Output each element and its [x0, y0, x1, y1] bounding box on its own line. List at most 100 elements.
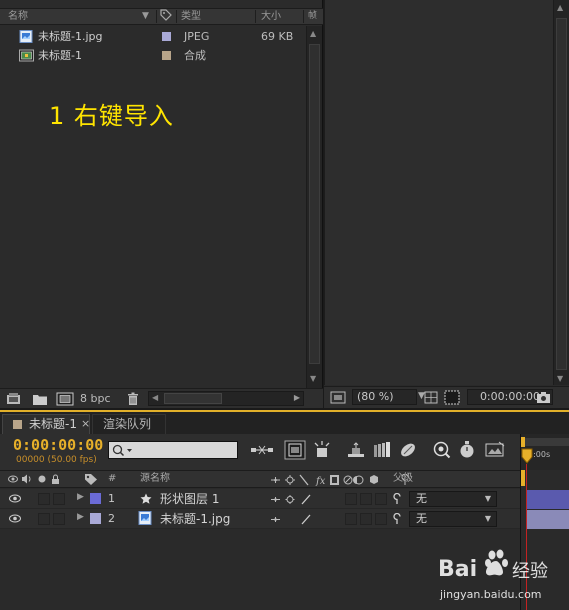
new-composition-icon[interactable]: [56, 392, 74, 406]
project-item-comp[interactable]: 未标题-1 合成: [0, 46, 306, 65]
project-vertical-scrollbar[interactable]: ▲ ▼: [306, 26, 322, 388]
project-item-jpg[interactable]: 未标题-1.jpg JPEG 69 KB: [0, 27, 306, 46]
work-area-start-handle[interactable]: [521, 437, 525, 447]
layer-number: 1: [108, 492, 115, 505]
frame-blending-icon[interactable]: [346, 440, 366, 460]
tab-label: 未标题-1: [29, 417, 77, 431]
switch-box[interactable]: [375, 493, 387, 505]
motion-blur-icon[interactable]: [372, 440, 392, 460]
time-ruler[interactable]: 0:00s: [521, 434, 569, 470]
comp-mini-flowchart-icon[interactable]: [250, 440, 274, 460]
column-number-header[interactable]: #: [108, 471, 116, 487]
scroll-down-icon[interactable]: ▼: [557, 374, 563, 383]
column-extra-header[interactable]: 帧速: [308, 9, 322, 24]
baidu-watermark: Bai 经验 jingyan.baidu.com: [438, 546, 563, 606]
current-time-display[interactable]: 0:00:00:00: [13, 436, 103, 454]
visibility-eye-icon[interactable]: [9, 494, 21, 503]
solo-toggle[interactable]: [38, 493, 50, 505]
switch-box[interactable]: [345, 513, 357, 525]
safe-margins-icon[interactable]: [424, 391, 438, 404]
trash-icon[interactable]: [126, 392, 140, 406]
scrollbar-thumb[interactable]: [556, 18, 567, 370]
column-source-name-header[interactable]: 源名称: [140, 471, 170, 487]
current-time-indicator-icon[interactable]: [521, 448, 533, 464]
work-area-bar[interactable]: [521, 438, 569, 446]
label-color-swatch[interactable]: [162, 51, 171, 60]
layer-duration-bar[interactable]: [527, 510, 569, 529]
scrollbar-thumb[interactable]: [164, 393, 222, 404]
parent-dropdown[interactable]: 无 ▼: [409, 511, 497, 527]
shy-layers-icon[interactable]: [312, 440, 332, 460]
lock-toggle[interactable]: [53, 493, 65, 505]
project-horizontal-scrollbar[interactable]: ◀ ▶: [148, 391, 304, 406]
project-item-type: JPEG: [184, 30, 210, 43]
project-item-name: 未标题-1.jpg: [38, 30, 103, 43]
switch-box[interactable]: [375, 513, 387, 525]
layer-switch-values[interactable]: [270, 494, 316, 505]
svg-text:fx: fx: [315, 476, 326, 486]
tab-render-queue[interactable]: 渲染队列: [92, 414, 166, 434]
visibility-eye-icon[interactable]: [9, 514, 21, 523]
tab-composition[interactable]: 未标题-1 ×: [2, 414, 90, 434]
pick-whip-icon[interactable]: [391, 493, 403, 505]
interpret-footage-icon[interactable]: [6, 392, 22, 406]
switch-box[interactable]: [360, 513, 372, 525]
label-tag-icon[interactable]: [160, 9, 172, 24]
new-folder-icon[interactable]: [32, 392, 48, 406]
region-of-interest-icon[interactable]: [444, 390, 460, 405]
bit-depth-label[interactable]: 8 bpc: [80, 389, 111, 409]
magnification-dropdown[interactable]: (80 %): [352, 389, 417, 405]
project-footer: 8 bpc ◀ ▶: [0, 388, 323, 408]
column-parent-header[interactable]: 父级: [393, 471, 413, 487]
parent-dropdown[interactable]: 无 ▼: [409, 491, 497, 507]
sort-arrow-icon[interactable]: ▼: [142, 9, 149, 24]
project-item-type: 合成: [184, 49, 206, 62]
label-tag-icon[interactable]: [84, 473, 100, 486]
column-type-header[interactable]: 类型: [181, 9, 201, 24]
svg-text:Bai: Bai: [438, 557, 477, 582]
layer-switch-values[interactable]: [270, 514, 316, 525]
brainstorm-icon[interactable]: [398, 440, 418, 460]
scrollbar-thumb[interactable]: [309, 44, 320, 364]
always-preview-icon[interactable]: [330, 391, 346, 404]
scroll-right-icon[interactable]: ▶: [294, 393, 300, 402]
switch-box[interactable]: [345, 493, 357, 505]
pick-whip-icon[interactable]: [391, 513, 403, 525]
viewer-canvas[interactable]: ▲ ▼: [324, 0, 569, 385]
stopwatch-icon[interactable]: [458, 440, 476, 460]
column-name-header[interactable]: 名称: [8, 9, 28, 24]
render-settings-icon[interactable]: [484, 440, 506, 460]
layer-switches-icons[interactable]: fx: [270, 474, 386, 486]
label-color-swatch[interactable]: [162, 32, 171, 41]
graph-editor-icon[interactable]: [432, 440, 452, 460]
viewer-vertical-scrollbar[interactable]: ▲ ▼: [553, 0, 569, 385]
layer-name[interactable]: 形状图层 1: [160, 489, 219, 509]
scroll-up-icon[interactable]: ▲: [310, 29, 316, 38]
scroll-left-icon[interactable]: ◀: [152, 393, 158, 402]
draft-3d-icon[interactable]: [284, 440, 306, 460]
layer-row[interactable]: ▶ 1 形状图层 1 无 ▼: [0, 489, 520, 509]
layer-name[interactable]: 未标题-1.jpg: [160, 509, 230, 529]
layer-duration-bar[interactable]: [527, 490, 569, 509]
av-features-icons[interactable]: [8, 473, 60, 485]
search-icon: [112, 444, 132, 457]
search-input[interactable]: [108, 441, 238, 459]
switch-box[interactable]: [360, 493, 372, 505]
tab-label: 渲染队列: [103, 417, 152, 431]
scroll-down-icon[interactable]: ▼: [310, 374, 316, 383]
close-icon[interactable]: ×: [81, 415, 90, 433]
layer-number: 2: [108, 512, 115, 525]
project-item-name: 未标题-1: [38, 49, 82, 62]
expand-triangle-icon[interactable]: ▶: [77, 512, 84, 522]
expand-triangle-icon[interactable]: ▶: [77, 492, 84, 502]
column-size-header[interactable]: 大小: [261, 9, 281, 24]
layer-label-color[interactable]: [90, 493, 101, 504]
svg-text:经验: 经验: [512, 561, 548, 582]
layer-row[interactable]: ▶ 2 未标题-1.jpg 无 ▼: [0, 509, 520, 529]
scroll-up-icon[interactable]: ▲: [557, 3, 563, 12]
solo-toggle[interactable]: [38, 513, 50, 525]
camera-snapshot-icon[interactable]: [536, 391, 551, 404]
layer-label-color[interactable]: [90, 513, 101, 524]
lock-toggle[interactable]: [53, 513, 65, 525]
project-item-size: 69 KB: [261, 30, 294, 43]
